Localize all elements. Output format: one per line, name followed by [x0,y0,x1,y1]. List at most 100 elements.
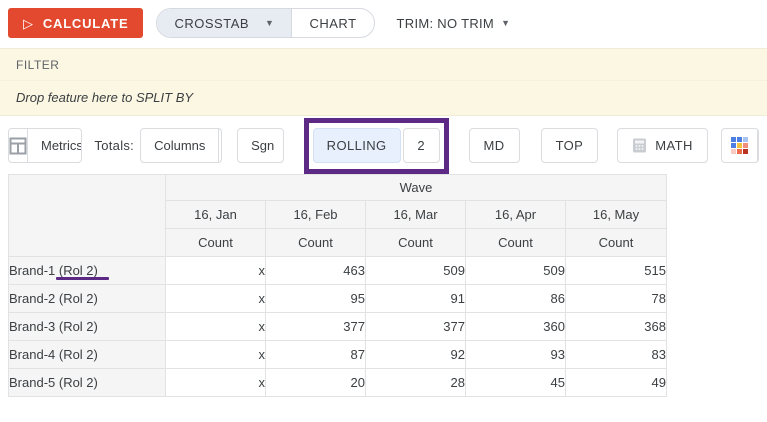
annotation-underline [56,277,109,280]
table-row: Brand-2 (Rol 2) x 95 91 86 78 [9,285,667,313]
rolling-control: ROLLING [313,128,440,163]
table-row: Brand-4 (Rol 2) x 87 92 93 83 [9,341,667,369]
cell: 49 [566,369,667,397]
cell: x [166,341,266,369]
md-label: MD [484,138,505,153]
cell: 92 [366,341,466,369]
palette-button[interactable] [722,129,757,162]
row-label: Brand-1 (Rol 2) [9,263,98,278]
calculate-button[interactable]: ▷ CALCULATE [8,8,143,38]
totals-columns-button[interactable]: Columns [141,129,218,162]
row-label: Brand-5 (Rol 2) [9,375,98,390]
metrics-label: Metrics [41,138,82,153]
table-layout-icon [9,137,27,155]
row-label: Brand-3 (Rol 2) [9,319,98,334]
crosstab-table: Wave 16, Jan 16, Feb 16, Mar 16, Apr 16,… [8,174,667,397]
metrics-group: Metrics ▼ [8,128,82,163]
filter-label: FILTER [16,58,59,72]
cell: 91 [366,285,466,313]
palette-dropdown[interactable]: ▼ [757,129,759,162]
cell: 515 [566,257,667,285]
column-header[interactable]: 16, Mar [366,201,466,229]
cell: 93 [466,341,566,369]
row-header[interactable]: Brand-4 (Rol 2) [9,341,166,369]
trim-label: TRIM: NO TRIM [397,16,495,31]
rolling-toggle-button[interactable]: ROLLING [313,128,401,163]
cell: 463 [266,257,366,285]
column-header[interactable]: 16, Jan [166,201,266,229]
top-toolbar: ▷ CALCULATE CROSSTAB ▼ CHART TRIM: NO TR… [0,0,767,38]
columns-label: Columns [154,138,205,153]
caret-down-icon: ▼ [758,141,759,150]
controls-toolbar: Metrics ▼ Totals: Columns Rows Sgn ▼ ROL… [8,128,759,163]
cell: 377 [266,313,366,341]
row-header[interactable]: Brand-5 (Rol 2) [9,369,166,397]
calculate-label: CALCULATE [43,16,129,31]
md-button[interactable]: MD [469,128,520,163]
tab-chart-label: CHART [309,16,356,31]
rolling-label: ROLLING [327,138,387,153]
palette-group: ▼ [721,128,759,163]
cell: 360 [466,313,566,341]
metric-header: Count [466,229,566,257]
cell: 28 [366,369,466,397]
layout-button[interactable] [9,129,27,162]
table-row: Brand-3 (Rol 2) x 377 377 360 368 [9,313,667,341]
filter-bar[interactable]: FILTER [0,48,767,81]
cell: x [166,285,266,313]
column-header[interactable]: 16, Apr [466,201,566,229]
cell: x [166,369,266,397]
cell: 95 [266,285,366,313]
tab-chart[interactable]: CHART [292,9,373,37]
view-toggle: CROSSTAB ▼ CHART [156,8,374,38]
calculator-icon [632,138,647,153]
cell: 377 [366,313,466,341]
wave-group-header[interactable]: Wave [166,175,667,201]
sgn-group: Sgn ▼ [237,128,284,163]
math-label: MATH [655,138,692,153]
cell: x [166,257,266,285]
table-row: Brand-5 (Rol 2) x 20 28 45 49 [9,369,667,397]
cell: 368 [566,313,667,341]
table-corner-cell [9,175,166,257]
metric-header: Count [366,229,466,257]
column-header[interactable]: 16, Feb [266,201,366,229]
cell: 509 [466,257,566,285]
sgn-button[interactable]: Sgn [238,129,284,162]
cell: 509 [366,257,466,285]
row-header[interactable]: Brand-3 (Rol 2) [9,313,166,341]
totals-group: Columns Rows [140,128,222,163]
metrics-dropdown[interactable]: Metrics ▼ [27,129,82,162]
metric-header: Count [566,229,667,257]
row-label: Brand-2 (Rol 2) [9,291,98,306]
tab-crosstab-label: CROSSTAB [174,16,249,31]
row-header[interactable]: Brand-2 (Rol 2) [9,285,166,313]
top-button[interactable]: TOP [541,128,599,163]
top-label: TOP [556,138,584,153]
cell: x [166,313,266,341]
cell: 45 [466,369,566,397]
trim-dropdown[interactable]: TRIM: NO TRIM ▼ [397,16,511,31]
cell: 78 [566,285,667,313]
totals-label: Totals: [94,138,134,153]
split-by-placeholder: Drop feature here to SPLIT BY [16,90,193,105]
metric-header: Count [166,229,266,257]
sgn-label: Sgn [251,138,274,153]
cell: 20 [266,369,366,397]
caret-down-icon: ▼ [501,19,510,28]
totals-rows-button[interactable]: Rows [218,129,222,162]
row-header[interactable]: Brand-1 (Rol 2) [9,257,166,285]
rolling-window-input[interactable] [403,128,440,163]
cell: 83 [566,341,667,369]
color-palette-icon [731,137,748,154]
tab-crosstab[interactable]: CROSSTAB ▼ [157,9,292,37]
cell: 87 [266,341,366,369]
cell: 86 [466,285,566,313]
split-by-dropzone[interactable]: Drop feature here to SPLIT BY [0,81,767,116]
column-header[interactable]: 16, May [566,201,667,229]
play-icon: ▷ [23,17,34,30]
table-row: Brand-1 (Rol 2) x 463 509 509 515 [9,257,667,285]
metric-header: Count [266,229,366,257]
row-label: Brand-4 (Rol 2) [9,347,98,362]
math-button[interactable]: MATH [617,128,707,163]
